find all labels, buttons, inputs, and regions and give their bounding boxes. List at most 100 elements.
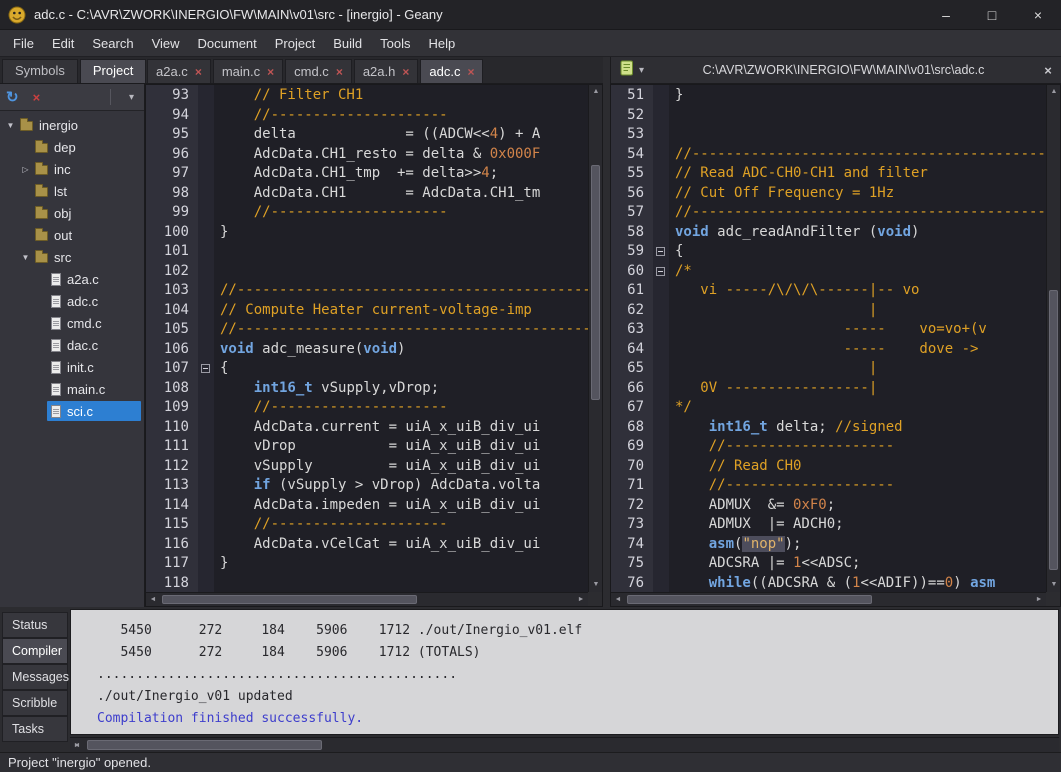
scroll-left-icon[interactable]: ◄ xyxy=(146,593,160,607)
code-line: asm("nop"); xyxy=(675,535,1046,555)
scroll-right-icon[interactable]: ► xyxy=(1032,593,1046,607)
code-line: //-------------------- xyxy=(675,476,1046,496)
tree-item-main.c[interactable]: main.c xyxy=(0,378,144,400)
bottom-tab-tasks[interactable]: Tasks xyxy=(2,716,68,742)
scroll-right-icon[interactable]: ► xyxy=(574,593,588,607)
left-editor-hscrollbar[interactable]: ◄ ► xyxy=(146,592,588,606)
line-number: 98 xyxy=(146,184,198,204)
tree-expander-icon[interactable]: ▼ xyxy=(4,121,17,130)
document-dropdown-icon[interactable]: ▾ xyxy=(639,65,644,76)
fold-cell xyxy=(198,437,214,457)
tab-close-icon[interactable]: × xyxy=(267,65,274,79)
compiler-output-line[interactable]: ./out/Inergio_v01 updated xyxy=(97,686,1058,708)
tree-item-adc.c[interactable]: adc.c xyxy=(0,290,144,312)
bottom-tab-messages[interactable]: Messages xyxy=(2,664,68,690)
scroll-up-icon[interactable]: ▲ xyxy=(1047,85,1061,99)
left-editor-vscrollbar[interactable]: ▲ ▼ xyxy=(588,85,602,592)
document-icon[interactable] xyxy=(620,60,635,81)
tree-expander-icon[interactable]: ▷ xyxy=(19,165,32,174)
toolbar-dropdown-icon[interactable]: ▾ xyxy=(125,92,138,103)
menu-project[interactable]: Project xyxy=(266,32,324,55)
tree-item-a2a.c[interactable]: a2a.c xyxy=(0,268,144,290)
compiler-output-line[interactable]: ........................................… xyxy=(97,664,1058,686)
sidebar-tab-project[interactable]: Project xyxy=(80,59,146,83)
fold-marker-icon[interactable] xyxy=(201,364,210,373)
menu-search[interactable]: Search xyxy=(83,32,142,55)
scroll-right-icon[interactable]: ► xyxy=(70,738,84,753)
right-code-area[interactable]: }//-------------------------------------… xyxy=(669,86,1046,592)
tree-item-inc[interactable]: ▷inc xyxy=(0,158,144,180)
remove-icon[interactable]: × xyxy=(33,90,41,105)
tree-item-label: cmd.c xyxy=(67,316,102,331)
tree-item-out[interactable]: out xyxy=(0,224,144,246)
code-line: | xyxy=(675,359,1046,379)
right-editor-hscrollbar[interactable]: ◄ ► xyxy=(611,592,1046,606)
tree-item-obj[interactable]: obj xyxy=(0,202,144,224)
tree-item-lst[interactable]: lst xyxy=(0,180,144,202)
left-code-area[interactable]: // Filter CH1 //--------------------- de… xyxy=(214,86,588,592)
vscroll-thumb[interactable] xyxy=(1049,290,1058,570)
scroll-down-icon[interactable]: ▼ xyxy=(589,578,603,592)
maximize-button[interactable]: □ xyxy=(969,0,1015,30)
tab-close-icon[interactable]: × xyxy=(402,65,409,79)
bottom-tab-compiler[interactable]: Compiler xyxy=(2,638,68,664)
editor-tab-main.c[interactable]: main.c× xyxy=(213,59,283,83)
hscroll-thumb[interactable] xyxy=(627,595,872,604)
minimize-button[interactable]: – xyxy=(923,0,969,30)
tree-item-inergio[interactable]: ▼inergio xyxy=(0,114,144,136)
tree-item-src[interactable]: ▼src xyxy=(0,246,144,268)
tree-item-core: out xyxy=(32,225,141,245)
tab-close-icon[interactable]: × xyxy=(195,65,202,79)
scroll-left-icon[interactable]: ◄ xyxy=(611,593,625,607)
scroll-up-icon[interactable]: ▲ xyxy=(589,85,603,99)
line-number: 101 xyxy=(146,242,198,262)
bottom-tab-scribble[interactable]: Scribble xyxy=(2,690,68,716)
editor-tab-cmd.c[interactable]: cmd.c× xyxy=(285,59,352,83)
scroll-down-icon[interactable]: ▼ xyxy=(1047,578,1061,592)
compiler-output-line[interactable]: Compilation finished successfully. xyxy=(97,708,1058,730)
fold-marker-icon[interactable] xyxy=(656,247,665,256)
tree-item-sci.c[interactable]: sci.c xyxy=(0,400,144,422)
code-line: // Read CH0 xyxy=(675,457,1046,477)
compiler-output-line[interactable]: 5450 272 184 5906 1712 (TOTALS) xyxy=(97,642,1058,664)
menu-help[interactable]: Help xyxy=(420,32,465,55)
editor-tab-a2a.c[interactable]: a2a.c× xyxy=(147,59,211,83)
vscroll-thumb[interactable] xyxy=(591,165,600,400)
menu-build[interactable]: Build xyxy=(324,32,371,55)
tree-item-cmd.c[interactable]: cmd.c xyxy=(0,312,144,334)
fold-cell xyxy=(653,457,669,477)
bottom-tab-status[interactable]: Status xyxy=(2,612,68,638)
line-number: 111 xyxy=(146,437,198,457)
close-button[interactable]: × xyxy=(1015,0,1061,30)
menu-edit[interactable]: Edit xyxy=(43,32,83,55)
pane-splitter[interactable] xyxy=(603,57,610,607)
fold-cell xyxy=(198,106,214,126)
sidebar-tab-symbols[interactable]: Symbols xyxy=(2,59,78,83)
fold-marker-icon[interactable] xyxy=(656,267,665,276)
bottom-hscrollbar[interactable]: ◄ ► xyxy=(70,737,1059,752)
tab-close-icon[interactable]: × xyxy=(467,65,474,79)
tree-item-init.c[interactable]: init.c xyxy=(0,356,144,378)
menu-tools[interactable]: Tools xyxy=(371,32,419,55)
right-editor-vscrollbar[interactable]: ▲ ▼ xyxy=(1046,85,1060,592)
tree-item-dep[interactable]: dep xyxy=(0,136,144,158)
menu-view[interactable]: View xyxy=(143,32,189,55)
tree-expander-icon[interactable]: ▼ xyxy=(19,253,32,262)
tab-close-icon[interactable]: × xyxy=(336,65,343,79)
compiler-output-line[interactable]: 5450 272 184 5906 1712 ./out/Inergio_v01… xyxy=(97,620,1058,642)
menu-file[interactable]: File xyxy=(4,32,43,55)
editor-tab-adc.c[interactable]: adc.c× xyxy=(420,59,483,83)
right-pane-close-icon[interactable]: × xyxy=(1035,63,1061,78)
tree-item-label: lst xyxy=(54,184,67,199)
folder-icon xyxy=(35,143,48,153)
line-number: 72 xyxy=(611,496,653,516)
tree-item-core: sci.c xyxy=(47,401,141,421)
tree-item-label: sci.c xyxy=(67,404,93,419)
hscroll-thumb[interactable] xyxy=(162,595,417,604)
menu-document[interactable]: Document xyxy=(189,32,266,55)
hscroll-thumb[interactable] xyxy=(87,740,322,750)
code-line: } xyxy=(220,554,588,574)
refresh-icon[interactable]: ↻ xyxy=(6,88,19,106)
editor-tab-a2a.h[interactable]: a2a.h× xyxy=(354,59,419,83)
tree-item-dac.c[interactable]: dac.c xyxy=(0,334,144,356)
